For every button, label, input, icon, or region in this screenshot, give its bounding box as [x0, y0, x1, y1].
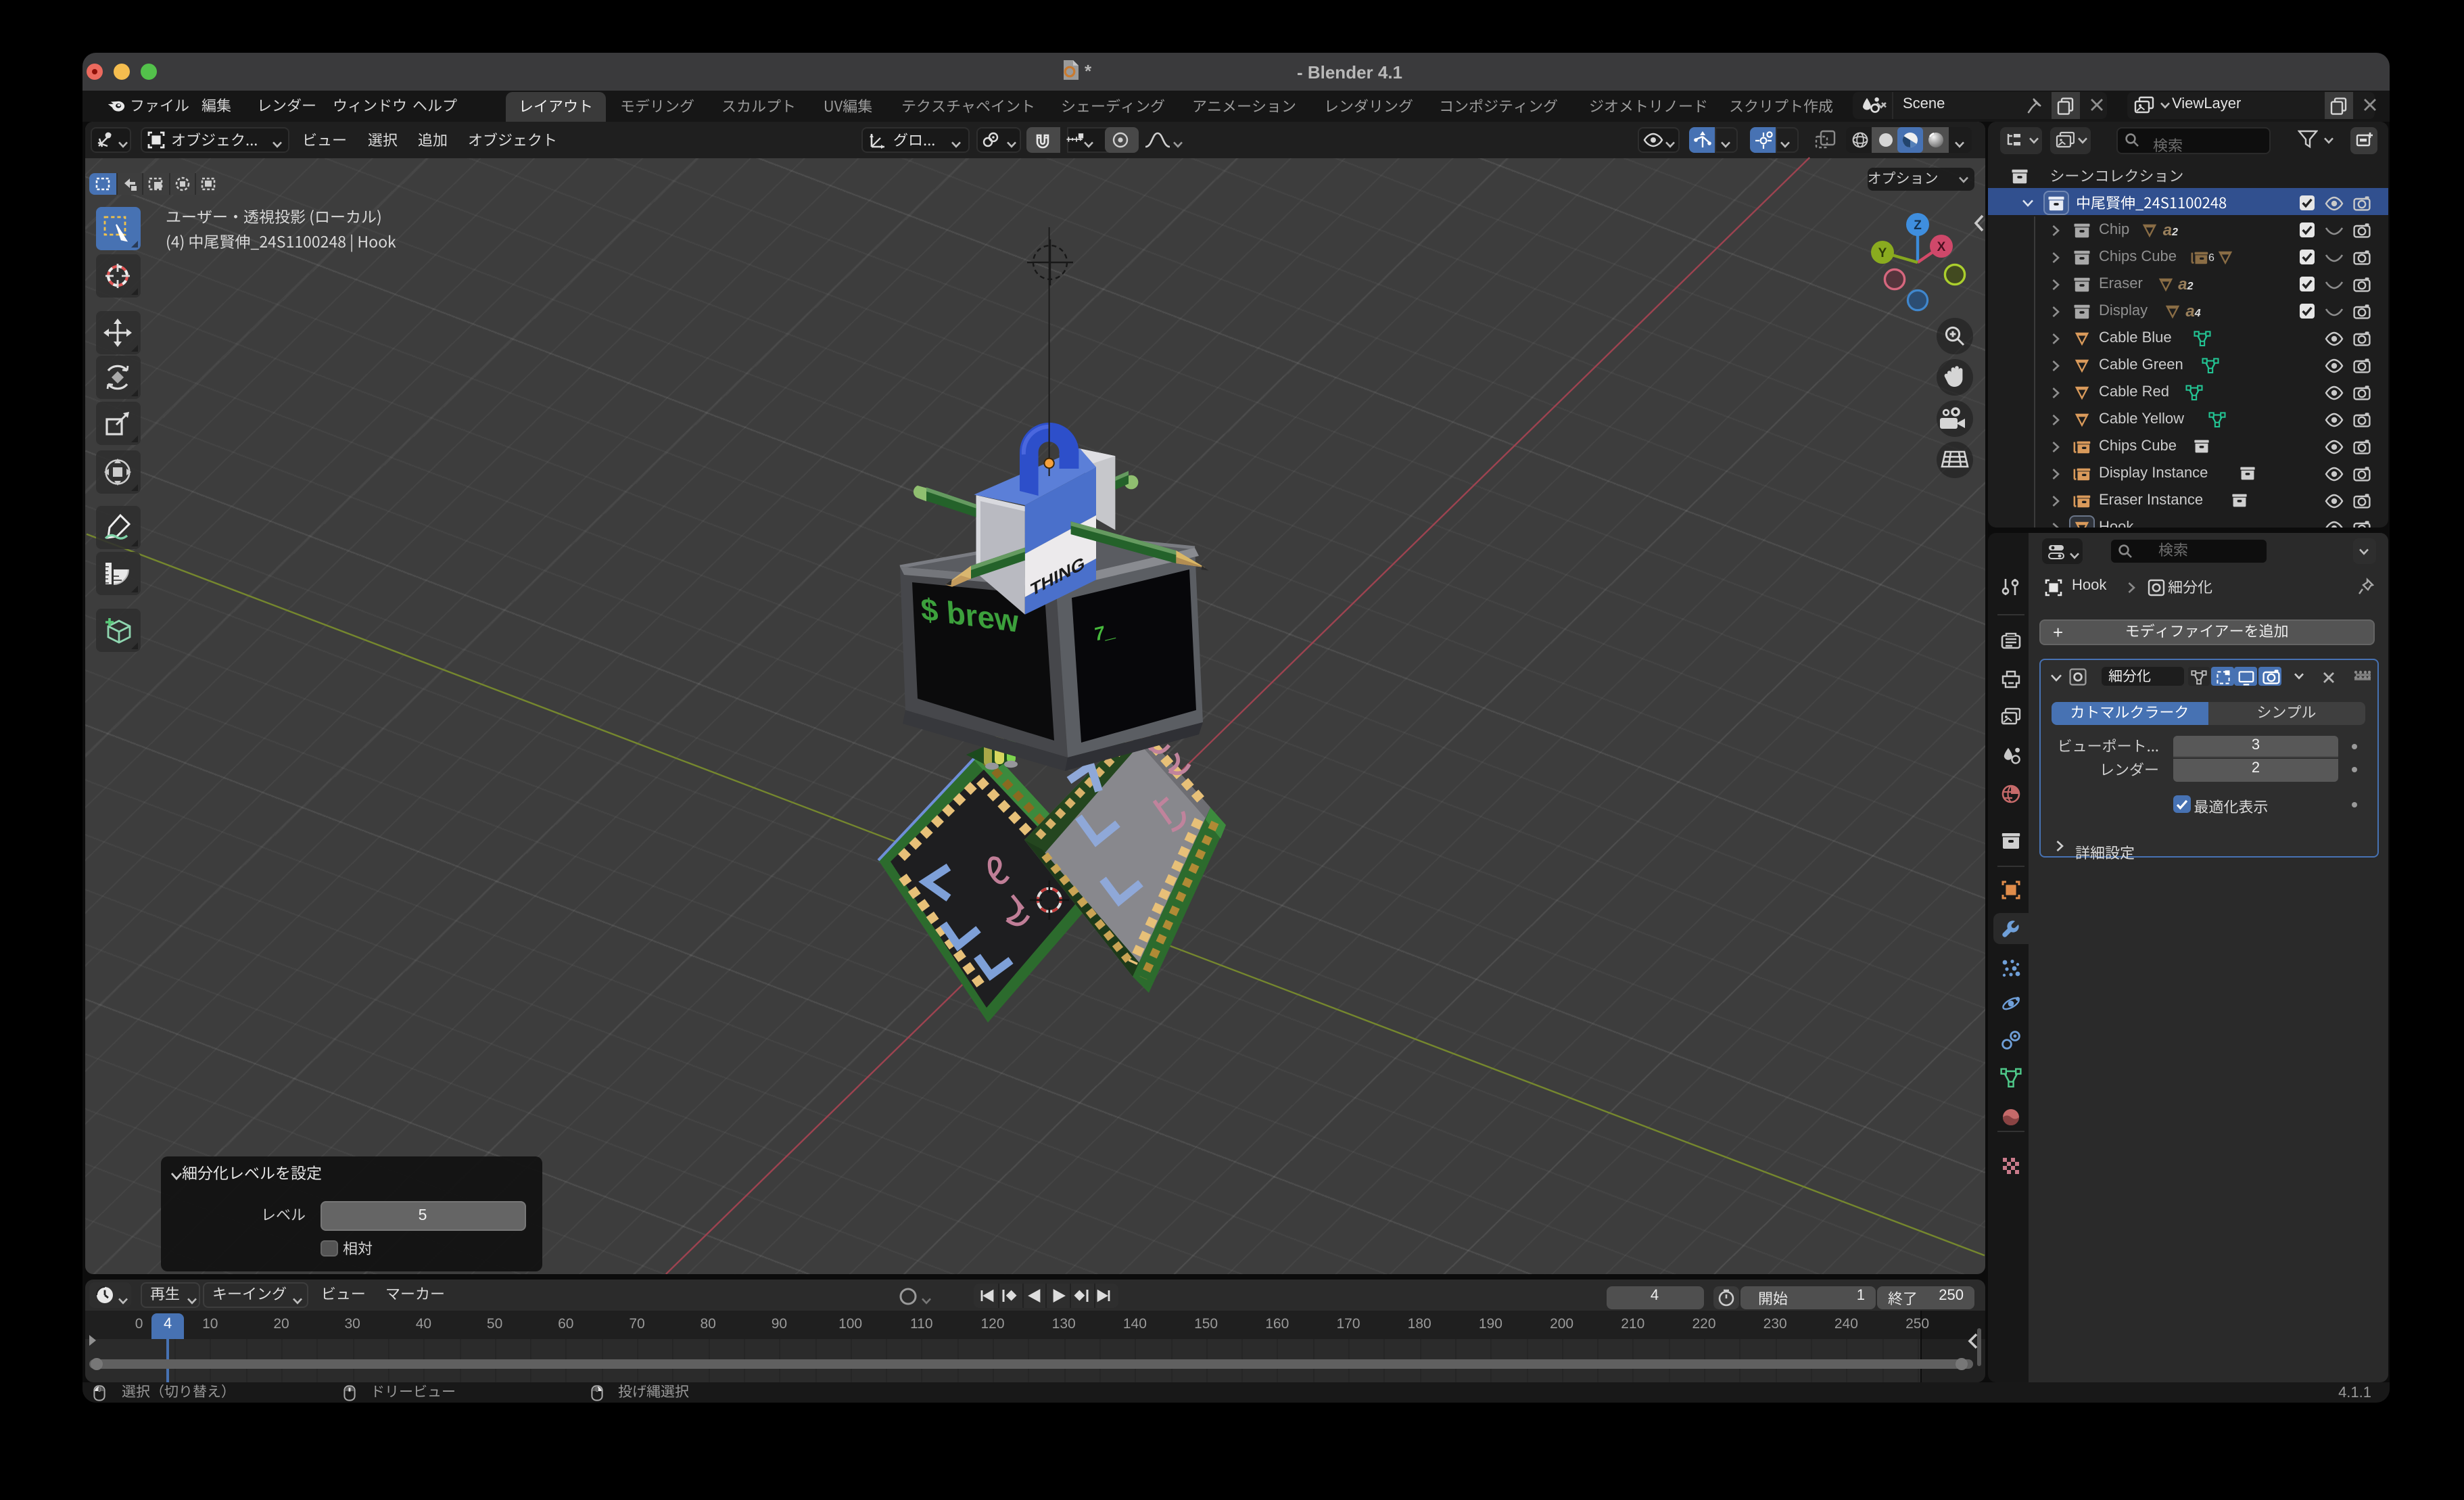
svg-text:X: X — [1937, 240, 1945, 254]
svg-text:Z: Z — [1913, 218, 1921, 233]
svg-text:Y: Y — [1878, 246, 1887, 260]
